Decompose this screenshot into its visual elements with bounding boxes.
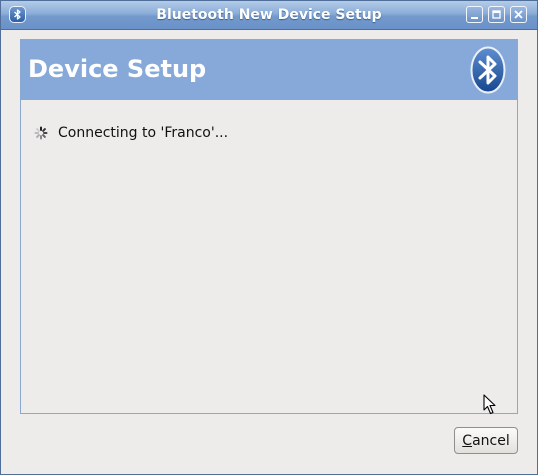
header-banner: Device Setup [21, 40, 517, 100]
cancel-label: ancel [472, 432, 510, 449]
bluetooth-logo-icon [470, 46, 506, 94]
spinner-icon [34, 126, 48, 140]
close-icon[interactable] [510, 6, 527, 23]
page-title: Device Setup [28, 55, 207, 83]
mouse-cursor-icon [483, 394, 496, 415]
cancel-mnemonic: C [462, 432, 473, 449]
maximize-icon[interactable] [488, 6, 505, 23]
cancel-button[interactable]: Cancel [454, 427, 518, 454]
minimize-icon[interactable] [466, 6, 483, 23]
connection-status: Connecting to 'Franco'... [58, 125, 229, 141]
window-title: Bluetooth New Device Setup [156, 7, 382, 23]
content-panel: Device Setup Connecting to 'Franco'... [20, 39, 518, 415]
dialog-window: Bluetooth New Device Setup Device Setup [0, 0, 538, 475]
title-bar[interactable]: Bluetooth New Device Setup [1, 1, 537, 30]
